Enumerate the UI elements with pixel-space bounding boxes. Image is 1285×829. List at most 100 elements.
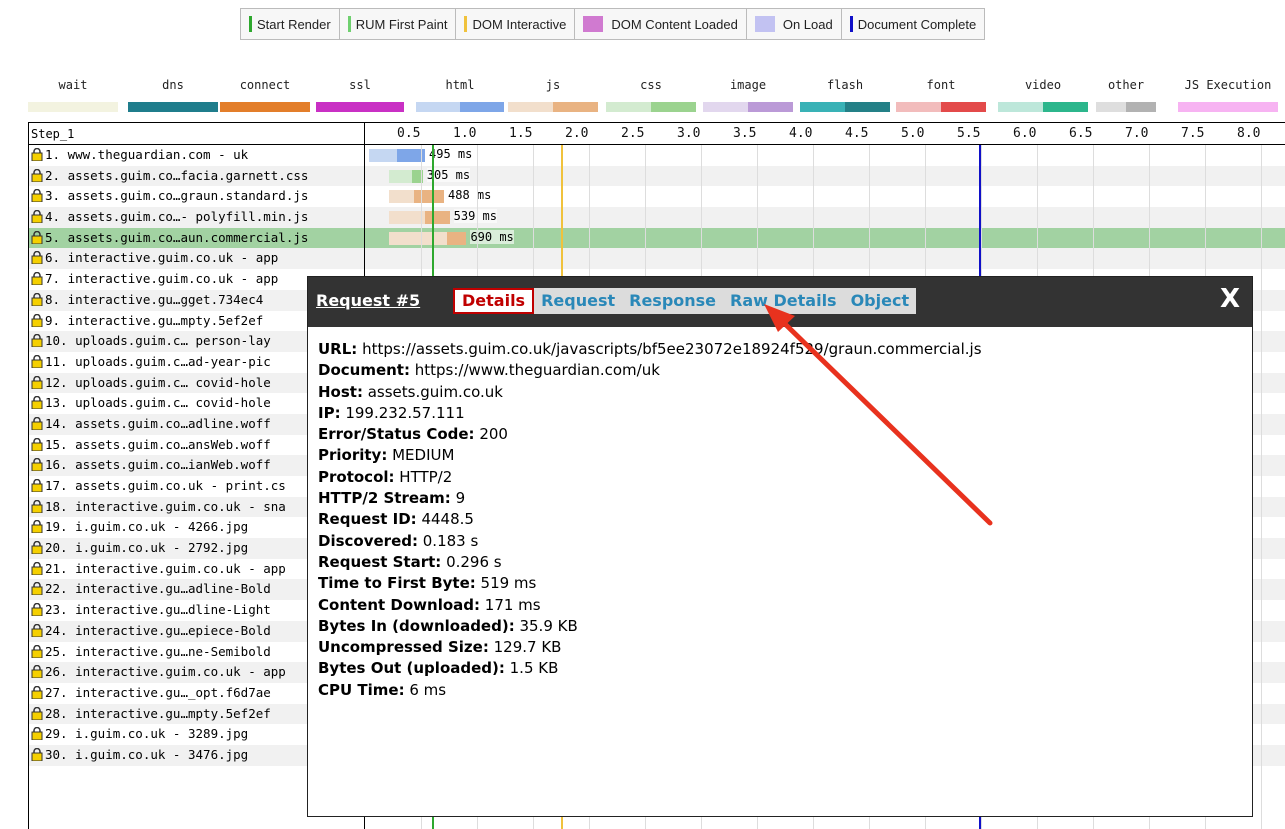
dialog-title[interactable]: Request #5 — [316, 291, 420, 310]
lock-icon — [31, 230, 43, 244]
request-wait-bar — [389, 169, 412, 183]
request-row[interactable]: 4. assets.guim.co…- polyfill.min.js 539 m… — [29, 207, 1285, 228]
detail-line: Host: assets.guim.co.uk — [318, 382, 1242, 403]
detail-line: HTTP/2 Stream: 9 — [318, 488, 1242, 509]
type-legend-item: wait — [28, 78, 118, 112]
type-legend-item: js — [508, 78, 598, 112]
detail-line: Request Start: 0.296 s — [318, 552, 1242, 573]
request-download-bar — [447, 231, 467, 245]
request-name: 12. uploads.guim.c… covid-hole — [45, 374, 271, 390]
detail-line: Bytes Out (uploaded): 1.5 KB — [318, 658, 1242, 679]
request-name: 24. interactive.gu…epiece-Bold — [45, 622, 271, 638]
request-wait-bar — [369, 149, 397, 162]
request-row[interactable]: 1. www.theguardian.com - uk 495 ms — [29, 145, 1285, 166]
type-swatch — [998, 102, 1088, 112]
detail-key: Bytes In (downloaded): — [318, 616, 515, 635]
marker-swatch — [347, 16, 351, 32]
type-swatch — [1096, 102, 1156, 112]
request-name: 8. interactive.gu…gget.734ec4 — [45, 291, 264, 307]
type-label: other — [1107, 78, 1145, 92]
detail-value: 4448.5 — [416, 510, 474, 529]
type-swatch — [416, 102, 504, 112]
lock-icon — [31, 292, 43, 306]
dialog-header: Request #5 Details Request Response Raw Det… — [308, 277, 1252, 327]
detail-line: Error/Status Code: 200 — [318, 424, 1242, 445]
request-name: 17. assets.guim.co.uk - print.cs — [45, 478, 286, 493]
request-name: 4. assets.guim.co…- polyfill.min.js — [45, 209, 309, 225]
type-legend-item: flash — [800, 78, 890, 112]
detail-value: MEDIUM — [387, 446, 455, 465]
lock-icon — [31, 313, 43, 327]
swatch-dark — [1126, 102, 1156, 112]
detail-line: Bytes In (downloaded): 35.9 KB — [318, 616, 1242, 637]
request-name: 2. assets.guim.co…facia.garnett.css — [45, 167, 309, 183]
request-name: 26. interactive.guim.co.uk - app — [45, 664, 286, 680]
tab-request[interactable]: Request — [534, 288, 623, 314]
dialog-tabs: Details Request Response Raw Details Object — [453, 288, 917, 314]
lock-icon — [31, 685, 43, 699]
request-name: 27. interactive.gu…_opt.f6d7ae — [45, 684, 271, 700]
request-wait-bar — [389, 211, 425, 225]
swatch-dark — [748, 102, 793, 112]
type-legend-item: connect — [220, 78, 310, 112]
resource-type-legend: wait dns connect ssl html js css image flash font… — [28, 78, 1285, 114]
time-tick-label: 2.0 — [565, 126, 589, 141]
time-tick-label: 5.0 — [901, 126, 925, 141]
detail-value: assets.guim.co.uk — [362, 382, 503, 401]
type-swatch — [128, 102, 218, 112]
swatch-light — [703, 102, 748, 112]
swatch-dark — [1228, 102, 1278, 112]
request-row[interactable]: 2. assets.guim.co…facia.garnett.css 305 m… — [29, 165, 1285, 187]
detail-key: Request ID: — [318, 510, 417, 529]
detail-line: URL: https://assets.guim.co.uk/javascrip… — [318, 339, 1242, 360]
detail-key: Discovered: — [318, 531, 418, 550]
marker-legend-item: DOM Content Loaded — [575, 9, 747, 39]
marker-label: On Load — [782, 16, 833, 32]
request-duration: 495 ms — [429, 147, 473, 161]
swatch-dark — [845, 102, 890, 112]
swatch-dark — [460, 102, 504, 112]
waterfall-header: Step_1 0.5 1.0 1.5 2.0 2.5 3.0 3.5 4.0 4.5 5.0 5.5… — [29, 123, 1285, 145]
type-legend-item: ssl — [316, 78, 404, 112]
marker-swatch — [249, 16, 252, 32]
request-row[interactable]: 6. interactive.guim.co.uk - app — [29, 248, 1285, 270]
type-swatch — [28, 102, 118, 112]
detail-value: 6 ms — [404, 680, 447, 699]
request-row[interactable]: 5. assets.guim.co…aun.commercial.js 690 m… — [29, 227, 1285, 249]
type-legend-item: font — [896, 78, 986, 112]
swatch-dark — [265, 102, 310, 112]
detail-line: Discovered: 0.183 s — [318, 531, 1242, 552]
time-tick-label: 4.0 — [789, 126, 813, 141]
swatch-dark — [173, 102, 218, 112]
tab-raw-details[interactable]: Raw Details — [723, 288, 844, 314]
request-row[interactable]: 3. assets.guim.co…graun.standard.js 488 m… — [29, 186, 1285, 207]
step-label: Step_1 — [31, 127, 75, 141]
type-label: css — [640, 78, 662, 92]
request-name: 13. uploads.guim.c… covid-hole — [45, 395, 271, 411]
detail-line: Time to First Byte: 519 ms — [318, 573, 1242, 594]
marker-legend-item: Start Render — [241, 9, 340, 39]
type-swatch — [896, 102, 986, 112]
request-name: 19. i.guim.co.uk - 4266.jpg — [45, 519, 249, 535]
type-label: js — [545, 78, 561, 92]
request-name: 21. interactive.guim.co.uk - app — [45, 560, 286, 576]
request-name: 25. interactive.gu…ne-Semibold — [45, 643, 271, 659]
tab-object[interactable]: Object — [843, 288, 917, 314]
swatch-light — [508, 102, 553, 112]
marker-label: DOM Content Loaded — [611, 16, 738, 32]
request-name: 30. i.guim.co.uk - 3476.jpg — [45, 746, 249, 762]
type-swatch — [508, 102, 598, 112]
tab-details[interactable]: Details — [453, 288, 535, 314]
request-wait-bar — [389, 231, 448, 245]
detail-key: Priority: — [318, 446, 388, 465]
lock-icon — [31, 210, 43, 224]
marker-label: Start Render — [257, 16, 331, 32]
close-button[interactable]: X — [1220, 284, 1240, 314]
request-name: 16. assets.guim.co…ianWeb.woff — [45, 457, 271, 473]
detail-key: Time to First Byte: — [318, 574, 476, 593]
type-label: JS Execution — [1184, 78, 1272, 92]
tab-response[interactable]: Response — [622, 288, 724, 314]
marker-legend-item: RUM First Paint — [339, 9, 457, 39]
type-swatch — [1178, 102, 1278, 112]
swatch-light — [316, 102, 360, 112]
